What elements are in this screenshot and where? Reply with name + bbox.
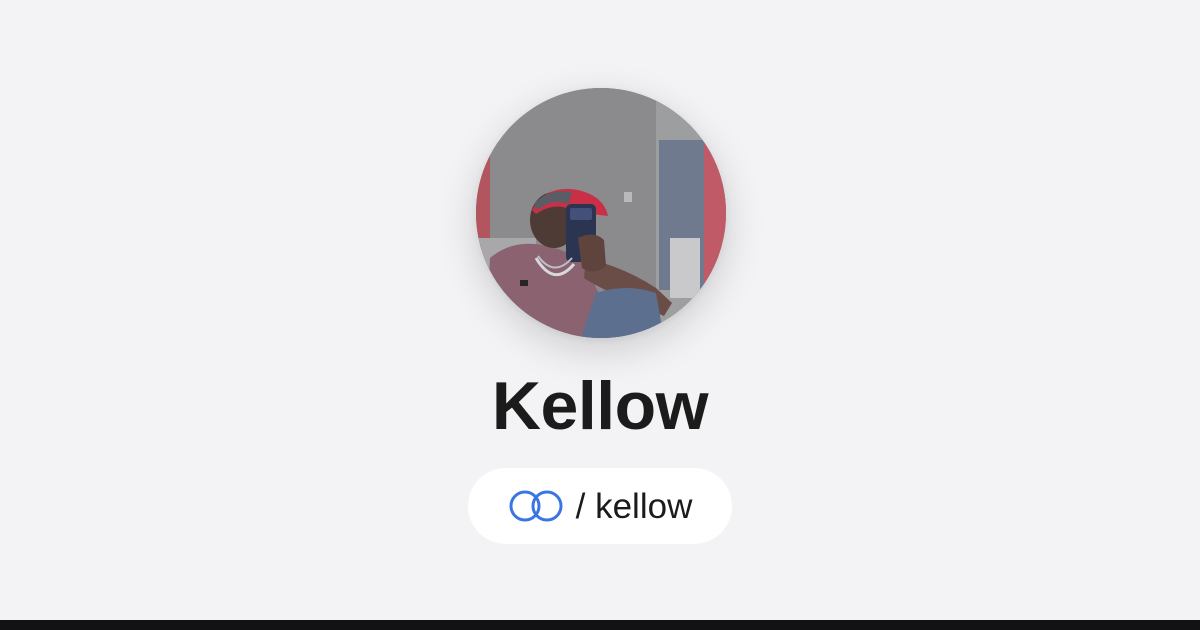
linked-rings-logo-icon xyxy=(509,490,563,522)
bottom-bar xyxy=(0,620,1200,630)
display-name: Kellow xyxy=(491,368,709,444)
profile-handle: / kellow xyxy=(575,486,693,526)
profile-handle-pill[interactable]: / kellow xyxy=(468,468,732,544)
avatar xyxy=(476,88,726,338)
profile-photo xyxy=(476,88,726,338)
profile-share-card: { "profile": { "display_name": "Kellow",… xyxy=(0,0,1200,630)
